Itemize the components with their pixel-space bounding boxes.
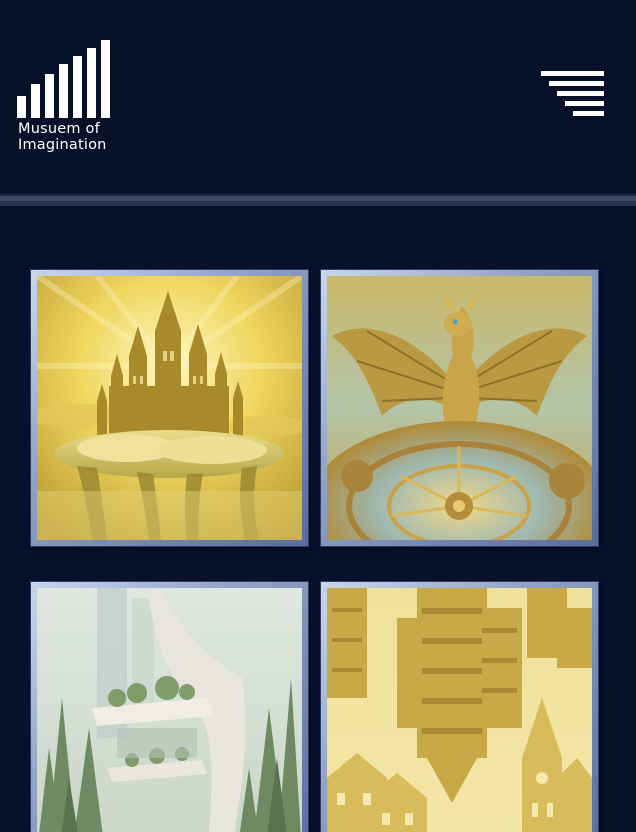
- museum-name-line1: Musuem of: [18, 121, 100, 137]
- museum-name-line2: Imagination: [18, 137, 107, 153]
- bar-chart-logo-icon: [17, 40, 110, 118]
- menu-button[interactable]: [541, 71, 605, 119]
- artwork-card-golden-city[interactable]: [321, 582, 598, 832]
- artwork-card-castle[interactable]: [31, 270, 308, 546]
- dragon-artwork: [327, 276, 592, 540]
- menu-icon: [541, 71, 604, 116]
- artwork-card-forest-building[interactable]: [31, 582, 308, 832]
- site-header: Musuem of Imagination: [0, 0, 636, 194]
- header-divider: [0, 194, 636, 206]
- museum-name: Musuem of Imagination: [18, 121, 107, 153]
- golden-city-artwork: [327, 588, 592, 832]
- castle-artwork: [37, 276, 302, 540]
- museum-logo[interactable]: Musuem of Imagination: [17, 38, 117, 158]
- artwork-gallery: [0, 206, 636, 832]
- forest-building-artwork: [37, 588, 302, 832]
- artwork-card-dragon[interactable]: [321, 270, 598, 546]
